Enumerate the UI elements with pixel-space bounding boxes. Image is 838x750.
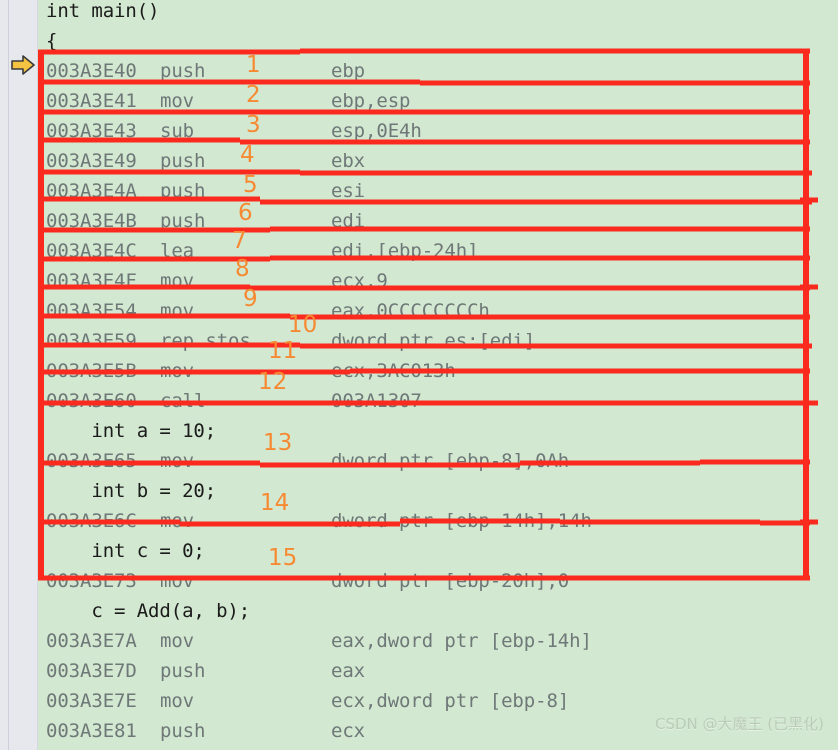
disassembly-line[interactable]: 003A3E7D push eax (38, 656, 838, 686)
disassembly-line[interactable]: 003A3E4B push edi (38, 206, 838, 236)
instruction-address: 003A3E6C (46, 510, 137, 532)
instruction-address: 003A3E4B (46, 210, 137, 232)
disassembly-line[interactable]: 003A3E49 push ebx (38, 146, 838, 176)
instruction-mnemonic: call (160, 390, 206, 412)
instruction-mnemonic: mov (160, 630, 195, 652)
instruction-mnemonic: mov (160, 510, 195, 532)
instruction-operands: ebp,esp (331, 90, 411, 112)
instruction-operands: dword ptr [ebp-8],0Ah (331, 450, 570, 472)
instruction-operands: ecx,9 (331, 270, 388, 292)
source-line[interactable]: int main() (38, 0, 838, 26)
instruction-address: 003A3E7E (46, 690, 137, 712)
instruction-mnemonic: mov (160, 360, 195, 382)
instruction-mnemonic: push (160, 150, 206, 172)
instruction-address: 003A3E7D (46, 660, 137, 682)
instruction-operands: eax,dword ptr [ebp-14h] (331, 630, 592, 652)
instruction-address: 003A3E40 (46, 60, 137, 82)
instruction-mnemonic: sub (160, 120, 195, 142)
instruction-operands: dword ptr [ebp-14h],14h (331, 510, 592, 532)
source-line-text: { (46, 30, 58, 52)
disassembly-line[interactable]: 003A3E7A mov eax,dword ptr [ebp-14h] (38, 626, 838, 656)
instruction-operands: eax (331, 660, 366, 682)
disassembly-line[interactable]: 003A3E4F mov ecx,9 (38, 266, 838, 296)
source-line-text: c = Add(a, b); (46, 600, 251, 622)
instruction-address: 003A3E43 (46, 120, 137, 142)
instruction-operands: eax,0CCCCCCCCh (331, 300, 490, 322)
source-line[interactable]: int b = 20; (38, 476, 838, 506)
instruction-mnemonic: mov (160, 270, 195, 292)
instruction-address: 003A3E49 (46, 150, 137, 172)
instruction-operands: ecx (331, 720, 366, 742)
instruction-mnemonic: push (160, 660, 206, 682)
instruction-mnemonic: lea (160, 240, 195, 262)
source-line[interactable]: c = Add(a, b); (38, 596, 838, 626)
instruction-address: 003A3E7A (46, 630, 137, 652)
disassembly-line[interactable]: 003A3E43 sub esp,0E4h (38, 116, 838, 146)
instruction-operands: edi (331, 210, 366, 232)
instruction-mnemonic: rep stos (160, 330, 251, 352)
instruction-operands: 003A13CA (331, 746, 422, 750)
source-line-text: int a = 10; (46, 420, 217, 442)
instruction-mnemonic: push (160, 180, 206, 202)
source-line-text: int b = 20; (46, 480, 217, 502)
instruction-mnemonic: push (160, 60, 206, 82)
source-line-text: int main() (46, 0, 160, 22)
csdn-watermark: CSDN @大魔王 (已黑化) (654, 715, 824, 733)
instruction-address: 003A3E5B (46, 360, 137, 382)
instruction-operands: esp,0E4h (331, 120, 422, 142)
instruction-operands: ebx (331, 150, 366, 172)
disassembly-code-area[interactable]: int main() {003A3E40 push ebp 003A3E41 mov ebp… (38, 0, 838, 750)
instruction-mnemonic: push (160, 720, 206, 742)
instruction-address: 003A3E60 (46, 390, 137, 412)
disassembly-line[interactable]: 003A3E65 mov dword ptr [ebp-8],0Ah (38, 446, 838, 476)
disassembly-line[interactable]: 003A3E60 call 003A1307 (38, 386, 838, 416)
disassembly-line[interactable]: 003A3E4A push esi (38, 176, 838, 206)
instruction-address: 003A3E41 (46, 90, 137, 112)
instruction-operands: esi (331, 180, 366, 202)
execution-pointer-arrow (11, 54, 35, 76)
disassembly-line[interactable]: 003A3E54 mov eax,0CCCCCCCCh (38, 296, 838, 326)
instruction-address: 003A3E73 (46, 570, 137, 592)
instruction-mnemonic: mov (160, 300, 195, 322)
instruction-operands: dword ptr [ebp-20h],0 (331, 570, 570, 592)
disassembly-line[interactable]: 003A3E41 mov ebp,esp (38, 86, 838, 116)
instruction-operands: ebp (331, 60, 366, 82)
disassembly-window: int main() {003A3E40 push ebp 003A3E41 mov ebp… (0, 0, 838, 750)
disassembly-line[interactable]: 003A3E59 rep stos dword ptr es:[edi] (38, 326, 838, 356)
instruction-mnemonic: mov (160, 90, 195, 112)
disassembly-line[interactable]: 003A3E82 call 003A13CA (38, 746, 838, 750)
source-line[interactable]: { (38, 26, 838, 56)
disassembly-line[interactable]: 003A3E6C mov dword ptr [ebp-14h],14h (38, 506, 838, 536)
disassembly-line[interactable]: 003A3E40 push ebp (38, 56, 838, 86)
instruction-address: 003A3E59 (46, 330, 137, 352)
instruction-address: 003A3E4A (46, 180, 137, 202)
instruction-operands: ecx,3AC013h (331, 360, 456, 382)
disassembly-line[interactable]: 003A3E4C lea edi,[ebp-24h] (38, 236, 838, 266)
instruction-operands: ecx,dword ptr [ebp-8] (331, 690, 570, 712)
editor-gutter[interactable] (0, 0, 38, 750)
instruction-address: 003A3E65 (46, 450, 137, 472)
instruction-mnemonic: mov (160, 690, 195, 712)
instruction-operands: 003A1307 (331, 390, 422, 412)
instruction-mnemonic: mov (160, 570, 195, 592)
instruction-address: 003A3E82 (46, 746, 137, 750)
disassembly-line[interactable]: 003A3E73 mov dword ptr [ebp-20h],0 (38, 566, 838, 596)
gutter-divider (8, 0, 9, 750)
instruction-operands: edi,[ebp-24h] (331, 240, 479, 262)
source-line[interactable]: int a = 10; (38, 416, 838, 446)
instruction-address: 003A3E4C (46, 240, 137, 262)
instruction-address: 003A3E81 (46, 720, 137, 742)
instruction-address: 003A3E4F (46, 270, 137, 292)
instruction-operands: dword ptr es:[edi] (331, 330, 536, 352)
disassembly-line[interactable]: 003A3E7E mov ecx,dword ptr [ebp-8] (38, 686, 838, 716)
source-line[interactable]: int c = 0; (38, 536, 838, 566)
source-line-text: int c = 0; (46, 540, 205, 562)
disassembly-line[interactable]: 003A3E5B mov ecx,3AC013h (38, 356, 838, 386)
instruction-mnemonic: mov (160, 450, 195, 472)
instruction-address: 003A3E54 (46, 300, 137, 322)
instruction-mnemonic: call (160, 746, 205, 750)
instruction-mnemonic: push (160, 210, 206, 232)
